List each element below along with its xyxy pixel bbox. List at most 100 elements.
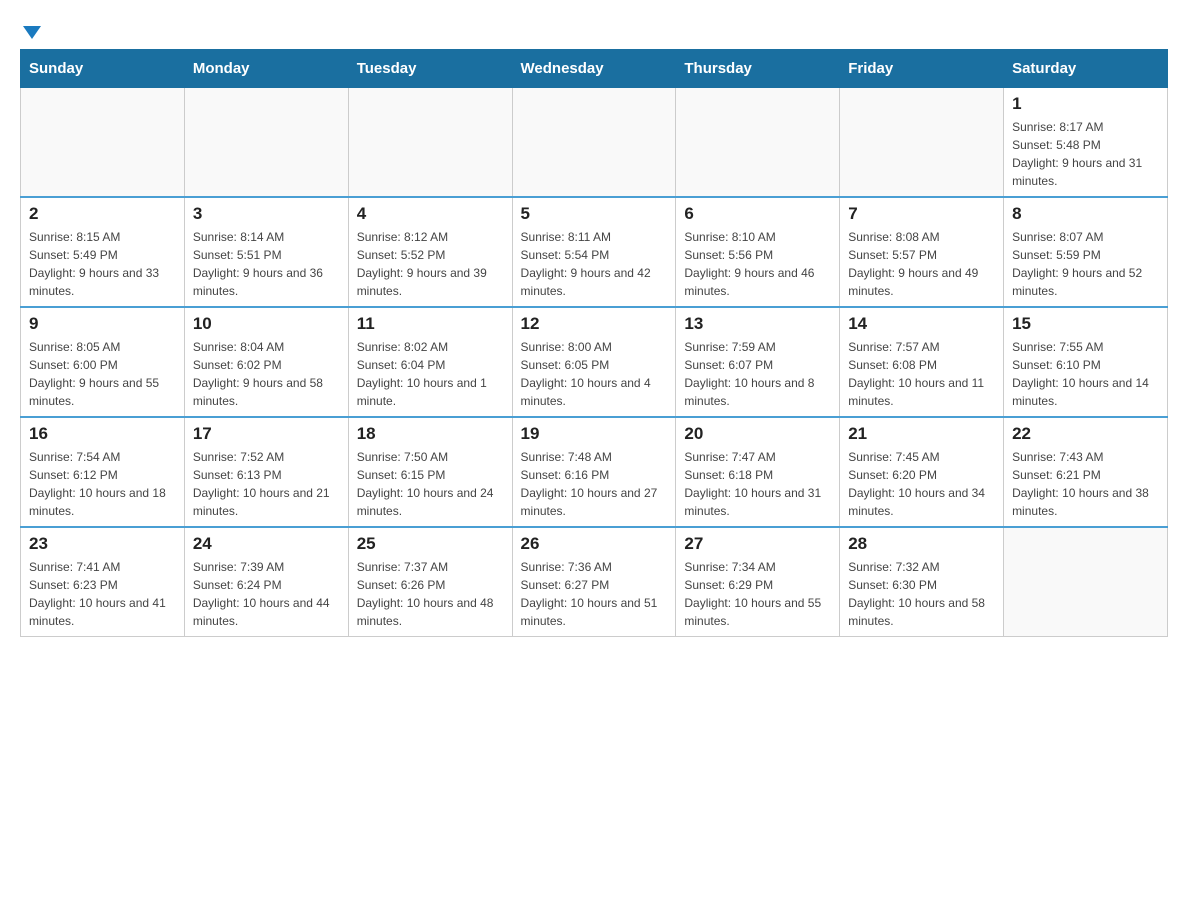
day-number: 16 xyxy=(29,424,176,444)
calendar-week-5: 23 Sunrise: 7:41 AM Sunset: 6:23 PM Dayli… xyxy=(21,527,1168,637)
calendar-cell xyxy=(184,88,348,198)
day-info: Sunrise: 8:10 AM Sunset: 5:56 PM Dayligh… xyxy=(684,228,831,300)
calendar-cell: 20 Sunrise: 7:47 AM Sunset: 6:18 PM Dayli… xyxy=(676,417,840,527)
calendar-cell: 14 Sunrise: 7:57 AM Sunset: 6:08 PM Dayli… xyxy=(840,307,1004,417)
day-info: Sunrise: 8:04 AM Sunset: 6:02 PM Dayligh… xyxy=(193,338,340,410)
calendar-cell: 19 Sunrise: 7:48 AM Sunset: 6:16 PM Dayli… xyxy=(512,417,676,527)
day-info: Sunrise: 7:39 AM Sunset: 6:24 PM Dayligh… xyxy=(193,558,340,630)
calendar-cell: 27 Sunrise: 7:34 AM Sunset: 6:29 PM Dayli… xyxy=(676,527,840,637)
day-number: 27 xyxy=(684,534,831,554)
calendar-cell: 11Sunrise: 8:02 AM Sunset: 6:04 PM Dayli… xyxy=(348,307,512,417)
calendar-week-1: 1Sunrise: 8:17 AM Sunset: 5:48 PM Daylig… xyxy=(21,88,1168,198)
calendar-cell xyxy=(512,88,676,198)
day-number: 12 xyxy=(521,314,668,334)
calendar-cell: 8 Sunrise: 8:07 AM Sunset: 5:59 PM Daylig… xyxy=(1004,197,1168,307)
day-info: Sunrise: 7:48 AM Sunset: 6:16 PM Dayligh… xyxy=(521,448,668,520)
day-number: 8 xyxy=(1012,204,1159,224)
day-info: Sunrise: 8:07 AM Sunset: 5:59 PM Dayligh… xyxy=(1012,228,1159,300)
day-number: 4 xyxy=(357,204,504,224)
day-number: 22 xyxy=(1012,424,1159,444)
calendar-header-saturday: Saturday xyxy=(1004,50,1168,88)
calendar-cell: 7 Sunrise: 8:08 AM Sunset: 5:57 PM Daylig… xyxy=(840,197,1004,307)
logo xyxy=(20,20,41,39)
calendar-cell: 28Sunrise: 7:32 AM Sunset: 6:30 PM Dayli… xyxy=(840,527,1004,637)
calendar-cell: 21 Sunrise: 7:45 AM Sunset: 6:20 PM Dayli… xyxy=(840,417,1004,527)
day-info: Sunrise: 8:05 AM Sunset: 6:00 PM Dayligh… xyxy=(29,338,176,410)
day-number: 1 xyxy=(1012,94,1159,114)
day-info: Sunrise: 7:47 AM Sunset: 6:18 PM Dayligh… xyxy=(684,448,831,520)
calendar-header-tuesday: Tuesday xyxy=(348,50,512,88)
calendar-cell: 2 Sunrise: 8:15 AM Sunset: 5:49 PM Daylig… xyxy=(21,197,185,307)
day-info: Sunrise: 7:54 AM Sunset: 6:12 PM Dayligh… xyxy=(29,448,176,520)
day-info: Sunrise: 7:50 AM Sunset: 6:15 PM Dayligh… xyxy=(357,448,504,520)
day-number: 19 xyxy=(521,424,668,444)
day-number: 9 xyxy=(29,314,176,334)
calendar-cell xyxy=(840,88,1004,198)
page-header xyxy=(20,20,1168,39)
day-info: Sunrise: 7:43 AM Sunset: 6:21 PM Dayligh… xyxy=(1012,448,1159,520)
day-info: Sunrise: 8:14 AM Sunset: 5:51 PM Dayligh… xyxy=(193,228,340,300)
calendar-cell: 10 Sunrise: 8:04 AM Sunset: 6:02 PM Dayli… xyxy=(184,307,348,417)
calendar-cell: 4 Sunrise: 8:12 AM Sunset: 5:52 PM Daylig… xyxy=(348,197,512,307)
day-number: 7 xyxy=(848,204,995,224)
day-info: Sunrise: 8:15 AM Sunset: 5:49 PM Dayligh… xyxy=(29,228,176,300)
calendar-week-2: 2 Sunrise: 8:15 AM Sunset: 5:49 PM Daylig… xyxy=(21,197,1168,307)
calendar-cell: 13 Sunrise: 7:59 AM Sunset: 6:07 PM Dayli… xyxy=(676,307,840,417)
day-number: 20 xyxy=(684,424,831,444)
day-number: 18 xyxy=(357,424,504,444)
calendar-cell: 3 Sunrise: 8:14 AM Sunset: 5:51 PM Daylig… xyxy=(184,197,348,307)
calendar-cell: 15 Sunrise: 7:55 AM Sunset: 6:10 PM Dayli… xyxy=(1004,307,1168,417)
calendar-cell: 25Sunrise: 7:37 AM Sunset: 6:26 PM Dayli… xyxy=(348,527,512,637)
day-number: 5 xyxy=(521,204,668,224)
calendar-header-sunday: Sunday xyxy=(21,50,185,88)
day-info: Sunrise: 7:59 AM Sunset: 6:07 PM Dayligh… xyxy=(684,338,831,410)
day-info: Sunrise: 8:08 AM Sunset: 5:57 PM Dayligh… xyxy=(848,228,995,300)
day-info: Sunrise: 7:45 AM Sunset: 6:20 PM Dayligh… xyxy=(848,448,995,520)
day-info: Sunrise: 8:00 AM Sunset: 6:05 PM Dayligh… xyxy=(521,338,668,410)
day-number: 3 xyxy=(193,204,340,224)
calendar-cell: 22 Sunrise: 7:43 AM Sunset: 6:21 PM Dayli… xyxy=(1004,417,1168,527)
calendar-cell xyxy=(1004,527,1168,637)
calendar-cell xyxy=(348,88,512,198)
day-number: 6 xyxy=(684,204,831,224)
day-number: 23 xyxy=(29,534,176,554)
day-info: Sunrise: 7:36 AM Sunset: 6:27 PM Dayligh… xyxy=(521,558,668,630)
day-number: 14 xyxy=(848,314,995,334)
calendar-cell: 1Sunrise: 8:17 AM Sunset: 5:48 PM Daylig… xyxy=(1004,88,1168,198)
day-info: Sunrise: 7:34 AM Sunset: 6:29 PM Dayligh… xyxy=(684,558,831,630)
calendar-header-row: SundayMondayTuesdayWednesdayThursdayFrid… xyxy=(21,50,1168,88)
calendar-week-4: 16 Sunrise: 7:54 AM Sunset: 6:12 PM Dayli… xyxy=(21,417,1168,527)
calendar-header-friday: Friday xyxy=(840,50,1004,88)
day-info: Sunrise: 8:12 AM Sunset: 5:52 PM Dayligh… xyxy=(357,228,504,300)
calendar-cell: 9 Sunrise: 8:05 AM Sunset: 6:00 PM Daylig… xyxy=(21,307,185,417)
calendar-cell xyxy=(21,88,185,198)
day-number: 25 xyxy=(357,534,504,554)
day-number: 13 xyxy=(684,314,831,334)
day-number: 15 xyxy=(1012,314,1159,334)
day-info: Sunrise: 7:41 AM Sunset: 6:23 PM Dayligh… xyxy=(29,558,176,630)
logo-arrow-icon xyxy=(23,26,41,39)
day-number: 10 xyxy=(193,314,340,334)
calendar-cell: 24Sunrise: 7:39 AM Sunset: 6:24 PM Dayli… xyxy=(184,527,348,637)
calendar-cell: 17 Sunrise: 7:52 AM Sunset: 6:13 PM Dayli… xyxy=(184,417,348,527)
calendar-week-3: 9 Sunrise: 8:05 AM Sunset: 6:00 PM Daylig… xyxy=(21,307,1168,417)
calendar-header-thursday: Thursday xyxy=(676,50,840,88)
day-info: Sunrise: 8:02 AM Sunset: 6:04 PM Dayligh… xyxy=(357,338,504,410)
calendar-cell: 26 Sunrise: 7:36 AM Sunset: 6:27 PM Dayli… xyxy=(512,527,676,637)
day-number: 26 xyxy=(521,534,668,554)
calendar-cell: 12 Sunrise: 8:00 AM Sunset: 6:05 PM Dayli… xyxy=(512,307,676,417)
calendar-cell: 23 Sunrise: 7:41 AM Sunset: 6:23 PM Dayli… xyxy=(21,527,185,637)
calendar-table: SundayMondayTuesdayWednesdayThursdayFrid… xyxy=(20,49,1168,637)
calendar-cell: 16 Sunrise: 7:54 AM Sunset: 6:12 PM Dayli… xyxy=(21,417,185,527)
day-number: 21 xyxy=(848,424,995,444)
calendar-header-monday: Monday xyxy=(184,50,348,88)
calendar-cell: 6 Sunrise: 8:10 AM Sunset: 5:56 PM Daylig… xyxy=(676,197,840,307)
day-info: Sunrise: 7:57 AM Sunset: 6:08 PM Dayligh… xyxy=(848,338,995,410)
day-info: Sunrise: 7:55 AM Sunset: 6:10 PM Dayligh… xyxy=(1012,338,1159,410)
day-number: 2 xyxy=(29,204,176,224)
day-number: 17 xyxy=(193,424,340,444)
day-info: Sunrise: 7:52 AM Sunset: 6:13 PM Dayligh… xyxy=(193,448,340,520)
calendar-cell xyxy=(676,88,840,198)
day-info: Sunrise: 8:11 AM Sunset: 5:54 PM Dayligh… xyxy=(521,228,668,300)
calendar-header-wednesday: Wednesday xyxy=(512,50,676,88)
